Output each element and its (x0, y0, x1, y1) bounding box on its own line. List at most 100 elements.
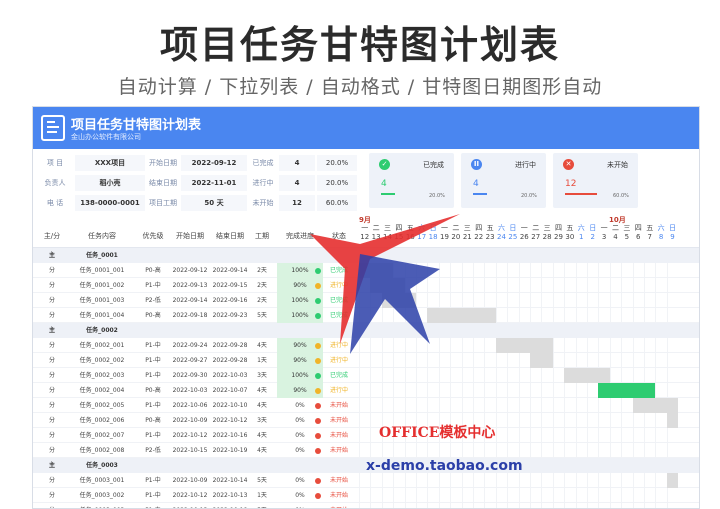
status-label[interactable]: 未开始 (325, 428, 353, 443)
info-value[interactable]: 50 天 (181, 195, 247, 211)
status-label[interactable]: 已完成 (325, 368, 353, 383)
duration[interactable]: 2天 (249, 293, 275, 308)
end-date[interactable]: 2022-10-03 (211, 368, 249, 383)
duration[interactable]: 5天 (249, 473, 275, 488)
row-type[interactable]: 分 (37, 278, 67, 293)
start-date[interactable]: 2022-10-03 (171, 383, 209, 398)
priority[interactable]: P1-中 (137, 488, 169, 503)
end-date[interactable]: 2022-09-16 (211, 293, 249, 308)
start-date[interactable]: 2022-10-09 (171, 473, 209, 488)
status-label[interactable]: 未开始 (325, 413, 353, 428)
start-date[interactable]: 2022-09-12 (171, 263, 209, 278)
end-date[interactable]: 2022-10-16 (211, 428, 249, 443)
start-date[interactable]: 2022-10-13 (171, 503, 209, 508)
start-date[interactable]: 2022-09-27 (171, 353, 209, 368)
task-name[interactable]: 任务_0002_002 (69, 353, 135, 368)
start-date[interactable]: 2022-10-09 (171, 413, 209, 428)
start-date[interactable]: 2022-09-18 (171, 308, 209, 323)
task-name[interactable]: 任务_0001_004 (69, 308, 135, 323)
duration[interactable]: 1天 (249, 488, 275, 503)
duration[interactable]: 4天 (249, 398, 275, 413)
task-name[interactable]: 任务_0003_002 (69, 488, 135, 503)
status-label[interactable]: 未开始 (325, 488, 353, 503)
row-type[interactable]: 分 (37, 338, 67, 353)
info-value[interactable]: 2022-09-12 (181, 155, 247, 171)
end-date[interactable]: 2022-09-15 (211, 278, 249, 293)
start-date[interactable]: 2022-09-30 (171, 368, 209, 383)
status-label[interactable]: 未开始 (325, 503, 353, 508)
task-name[interactable]: 任务_0001_001 (69, 263, 135, 278)
row-type[interactable]: 分 (37, 308, 67, 323)
end-date[interactable]: 2022-10-10 (211, 398, 249, 413)
priority[interactable]: P1-中 (137, 338, 169, 353)
priority[interactable]: P0-高 (137, 383, 169, 398)
row-type[interactable]: 分 (37, 413, 67, 428)
duration[interactable]: 4天 (249, 383, 275, 398)
priority[interactable]: P0-高 (137, 413, 169, 428)
priority[interactable]: P1-中 (137, 473, 169, 488)
task-name[interactable]: 任务_0001_002 (69, 278, 135, 293)
row-type[interactable]: 分 (37, 473, 67, 488)
duration[interactable]: 4天 (249, 428, 275, 443)
info-value[interactable]: 138-0000-0001 (75, 195, 145, 211)
duration[interactable]: 3天 (249, 368, 275, 383)
start-date[interactable]: 2022-10-12 (171, 428, 209, 443)
priority[interactable]: P2-低 (137, 443, 169, 458)
start-date[interactable]: 2022-10-06 (171, 398, 209, 413)
task-name[interactable]: 任务_0002_006 (69, 413, 135, 428)
row-type[interactable]: 分 (37, 368, 67, 383)
end-date[interactable]: 2022-10-18 (211, 503, 249, 508)
end-date[interactable]: 2022-09-23 (211, 308, 249, 323)
priority[interactable]: P1-中 (137, 353, 169, 368)
duration[interactable]: 4天 (249, 338, 275, 353)
row-type[interactable]: 分 (37, 293, 67, 308)
task-name[interactable]: 任务_0002_004 (69, 383, 135, 398)
status-label[interactable]: 未开始 (325, 473, 353, 488)
info-value[interactable]: XXX项目 (75, 155, 145, 171)
priority[interactable]: P1-中 (137, 278, 169, 293)
task-name[interactable]: 任务_0002_003 (69, 368, 135, 383)
task-name[interactable]: 任务_0003_001 (69, 473, 135, 488)
end-date[interactable]: 2022-10-07 (211, 383, 249, 398)
start-date[interactable]: 2022-09-13 (171, 278, 209, 293)
start-date[interactable]: 2022-10-15 (171, 443, 209, 458)
progress-cell[interactable]: 0% (277, 503, 323, 508)
priority[interactable]: P1-中 (137, 428, 169, 443)
row-type[interactable]: 分 (37, 398, 67, 413)
priority[interactable]: P0-高 (137, 308, 169, 323)
start-date[interactable]: 2022-09-24 (171, 338, 209, 353)
status-label[interactable]: 未开始 (325, 398, 353, 413)
end-date[interactable]: 2022-09-28 (211, 338, 249, 353)
task-name[interactable]: 任务_0001_003 (69, 293, 135, 308)
task-name[interactable]: 任务_0002_008 (69, 443, 135, 458)
end-date[interactable]: 2022-10-19 (211, 443, 249, 458)
task-name[interactable]: 任务_0002_007 (69, 428, 135, 443)
end-date[interactable]: 2022-09-28 (211, 353, 249, 368)
row-type[interactable]: 分 (37, 383, 67, 398)
row-type[interactable]: 分 (37, 428, 67, 443)
end-date[interactable]: 2022-09-14 (211, 263, 249, 278)
priority[interactable]: P1-中 (137, 398, 169, 413)
duration[interactable]: 1天 (249, 353, 275, 368)
duration[interactable]: 5天 (249, 503, 275, 508)
info-value[interactable]: 稻小壳 (75, 175, 145, 191)
end-date[interactable]: 2022-10-14 (211, 473, 249, 488)
duration[interactable]: 4天 (249, 443, 275, 458)
task-name[interactable]: 任务_0003_003 (69, 503, 135, 508)
end-date[interactable]: 2022-10-13 (211, 488, 249, 503)
row-type[interactable]: 分 (37, 263, 67, 278)
end-date[interactable]: 2022-10-12 (211, 413, 249, 428)
priority[interactable]: P2-低 (137, 293, 169, 308)
row-type[interactable]: 分 (37, 443, 67, 458)
row-type[interactable]: 分 (37, 503, 67, 508)
info-value[interactable]: 2022-11-01 (181, 175, 247, 191)
start-date[interactable]: 2022-10-12 (171, 488, 209, 503)
priority[interactable]: P0-高 (137, 263, 169, 278)
duration[interactable]: 2天 (249, 278, 275, 293)
start-date[interactable]: 2022-09-14 (171, 293, 209, 308)
priority[interactable]: P1-中 (137, 503, 169, 508)
row-type[interactable]: 分 (37, 353, 67, 368)
duration[interactable]: 5天 (249, 308, 275, 323)
status-label[interactable]: 未开始 (325, 443, 353, 458)
task-name[interactable]: 任务_0002_001 (69, 338, 135, 353)
